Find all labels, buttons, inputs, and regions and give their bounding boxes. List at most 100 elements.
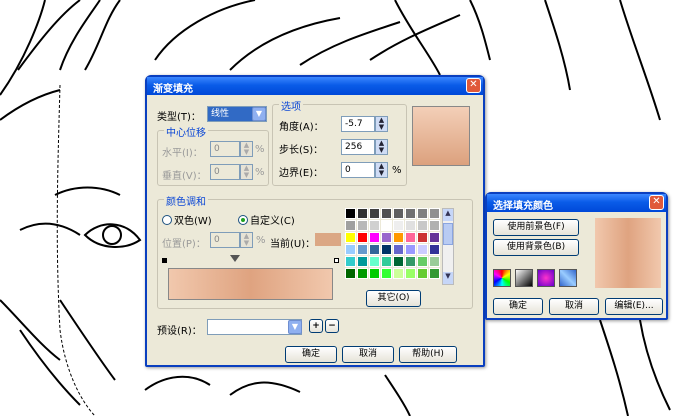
palette-swatch[interactable] — [393, 244, 404, 255]
steps-spinner[interactable]: ▲ ▼ — [375, 139, 388, 155]
dialog-title-bar[interactable]: 渐变填充 ✕ — [147, 77, 483, 95]
palette-swatch[interactable] — [357, 256, 368, 267]
scrollbar-thumb[interactable] — [443, 223, 453, 245]
palette-swatch[interactable] — [393, 256, 404, 267]
palette-swatch[interactable] — [381, 268, 392, 279]
palette-swatch[interactable] — [345, 232, 356, 243]
palette-swatch[interactable] — [429, 256, 440, 267]
palette-swatch[interactable] — [393, 232, 404, 243]
two-color-radio[interactable]: 双色(W) — [162, 212, 212, 227]
close-icon[interactable]: ✕ — [466, 78, 481, 93]
palette-swatch[interactable] — [357, 208, 368, 219]
current-color-swatch[interactable] — [315, 233, 341, 246]
palette-swatch[interactable] — [369, 220, 380, 231]
palette-swatch[interactable] — [429, 244, 440, 255]
palette-swatch[interactable] — [405, 208, 416, 219]
palette-swatch[interactable] — [405, 220, 416, 231]
palette-swatch[interactable] — [369, 268, 380, 279]
palette-swatch[interactable] — [417, 208, 428, 219]
position-input[interactable]: 0 — [210, 232, 240, 248]
percent-label: % — [392, 165, 402, 176]
palette-swatch[interactable] — [369, 256, 380, 267]
palette-swatch[interactable] — [417, 220, 428, 231]
color-palette[interactable] — [345, 208, 441, 285]
palette-swatch[interactable] — [369, 208, 380, 219]
vertical-spinner[interactable]: ▲ ▼ — [240, 164, 253, 180]
horizontal-spinner[interactable]: ▲ ▼ — [240, 141, 253, 157]
texture-icon[interactable] — [559, 269, 577, 287]
palette-swatch[interactable] — [405, 244, 416, 255]
palette-swatch[interactable] — [381, 208, 392, 219]
gradient-bar[interactable] — [168, 268, 333, 300]
palette-swatch[interactable] — [417, 268, 428, 279]
ok-button[interactable]: 确定 — [493, 298, 543, 315]
color-wheel-icon[interactable] — [493, 269, 511, 287]
cancel-button[interactable]: 取消 — [549, 298, 599, 315]
palette-swatch[interactable] — [381, 244, 392, 255]
gradient-midpoint-marker[interactable] — [230, 255, 240, 262]
close-icon[interactable]: ✕ — [649, 195, 664, 210]
palette-swatch[interactable] — [405, 232, 416, 243]
vertical-input[interactable]: 0 — [210, 164, 240, 180]
palette-swatch[interactable] — [405, 256, 416, 267]
palette-swatch[interactable] — [345, 220, 356, 231]
cancel-button[interactable]: 取消 — [342, 346, 394, 363]
position-spinner[interactable]: ▲ ▼ — [240, 232, 253, 248]
angle-input[interactable]: -5.7 — [341, 116, 375, 132]
horizontal-input[interactable]: 0 — [210, 141, 240, 157]
palette-swatch[interactable] — [417, 256, 428, 267]
palette-swatch[interactable] — [381, 220, 392, 231]
chevron-down-icon[interactable]: ▼ — [288, 320, 302, 334]
edge-input[interactable]: 0 — [341, 162, 375, 178]
ok-button[interactable]: 确定 — [285, 346, 337, 363]
dialog-title-bar[interactable]: 选择填充颜色 ✕ — [487, 194, 666, 212]
palette-swatch[interactable] — [357, 244, 368, 255]
chevron-down-icon[interactable]: ▼ — [443, 272, 453, 284]
chevron-down-icon[interactable]: ▼ — [252, 107, 266, 121]
palette-swatch[interactable] — [357, 232, 368, 243]
use-background-button[interactable]: 使用背景色(B) — [493, 239, 579, 256]
palette-swatch[interactable] — [393, 208, 404, 219]
edit-button[interactable]: 编辑(E)... — [605, 298, 663, 315]
type-label: 类型(T)： — [157, 112, 201, 123]
help-button[interactable]: 帮助(H) — [399, 346, 457, 363]
angle-spinner[interactable]: ▲ ▼ — [375, 116, 388, 132]
palette-swatch[interactable] — [381, 232, 392, 243]
palette-swatch[interactable] — [345, 244, 356, 255]
palette-swatch[interactable] — [345, 256, 356, 267]
others-button[interactable]: 其它(O) — [366, 290, 421, 307]
pattern-icon[interactable] — [537, 269, 555, 287]
palette-swatch[interactable] — [429, 232, 440, 243]
edge-spinner[interactable]: ▲ ▼ — [375, 162, 388, 178]
palette-swatch[interactable] — [369, 244, 380, 255]
palette-swatch[interactable] — [429, 268, 440, 279]
percent-label: % — [256, 235, 266, 246]
grayscale-icon[interactable] — [515, 269, 533, 287]
palette-swatch[interactable] — [357, 220, 368, 231]
palette-swatch[interactable] — [393, 220, 404, 231]
start-marker[interactable] — [162, 258, 167, 263]
palette-swatch[interactable] — [417, 244, 428, 255]
palette-swatch[interactable] — [429, 220, 440, 231]
palette-swatch[interactable] — [345, 268, 356, 279]
palette-swatch[interactable] — [393, 268, 404, 279]
palette-swatch[interactable] — [405, 268, 416, 279]
chevron-up-icon[interactable]: ▲ — [443, 209, 453, 221]
palette-swatch[interactable] — [357, 268, 368, 279]
palette-swatch[interactable] — [369, 232, 380, 243]
use-foreground-button[interactable]: 使用前景色(F) — [493, 219, 579, 236]
custom-radio[interactable]: 自定义(C) — [238, 212, 295, 227]
end-marker[interactable] — [334, 258, 339, 263]
remove-preset-button[interactable]: − — [325, 319, 339, 333]
steps-input[interactable]: 256 — [341, 139, 375, 155]
add-preset-button[interactable]: + — [309, 319, 323, 333]
palette-swatch[interactable] — [429, 208, 440, 219]
palette-scrollbar[interactable]: ▲ ▼ — [442, 208, 454, 285]
center-offset-label: 中心位移 — [164, 124, 208, 139]
palette-swatch[interactable] — [345, 208, 356, 219]
palette-swatch[interactable] — [417, 232, 428, 243]
palette-swatch[interactable] — [381, 256, 392, 267]
color-blend-group: 颜色调和 双色(W) 自定义(C) 位置(P)： 0 ▲ ▼ % 当前(U)： ▲… — [157, 193, 473, 309]
options-label: 选项 — [279, 98, 303, 113]
gradient-preview[interactable] — [412, 106, 470, 166]
